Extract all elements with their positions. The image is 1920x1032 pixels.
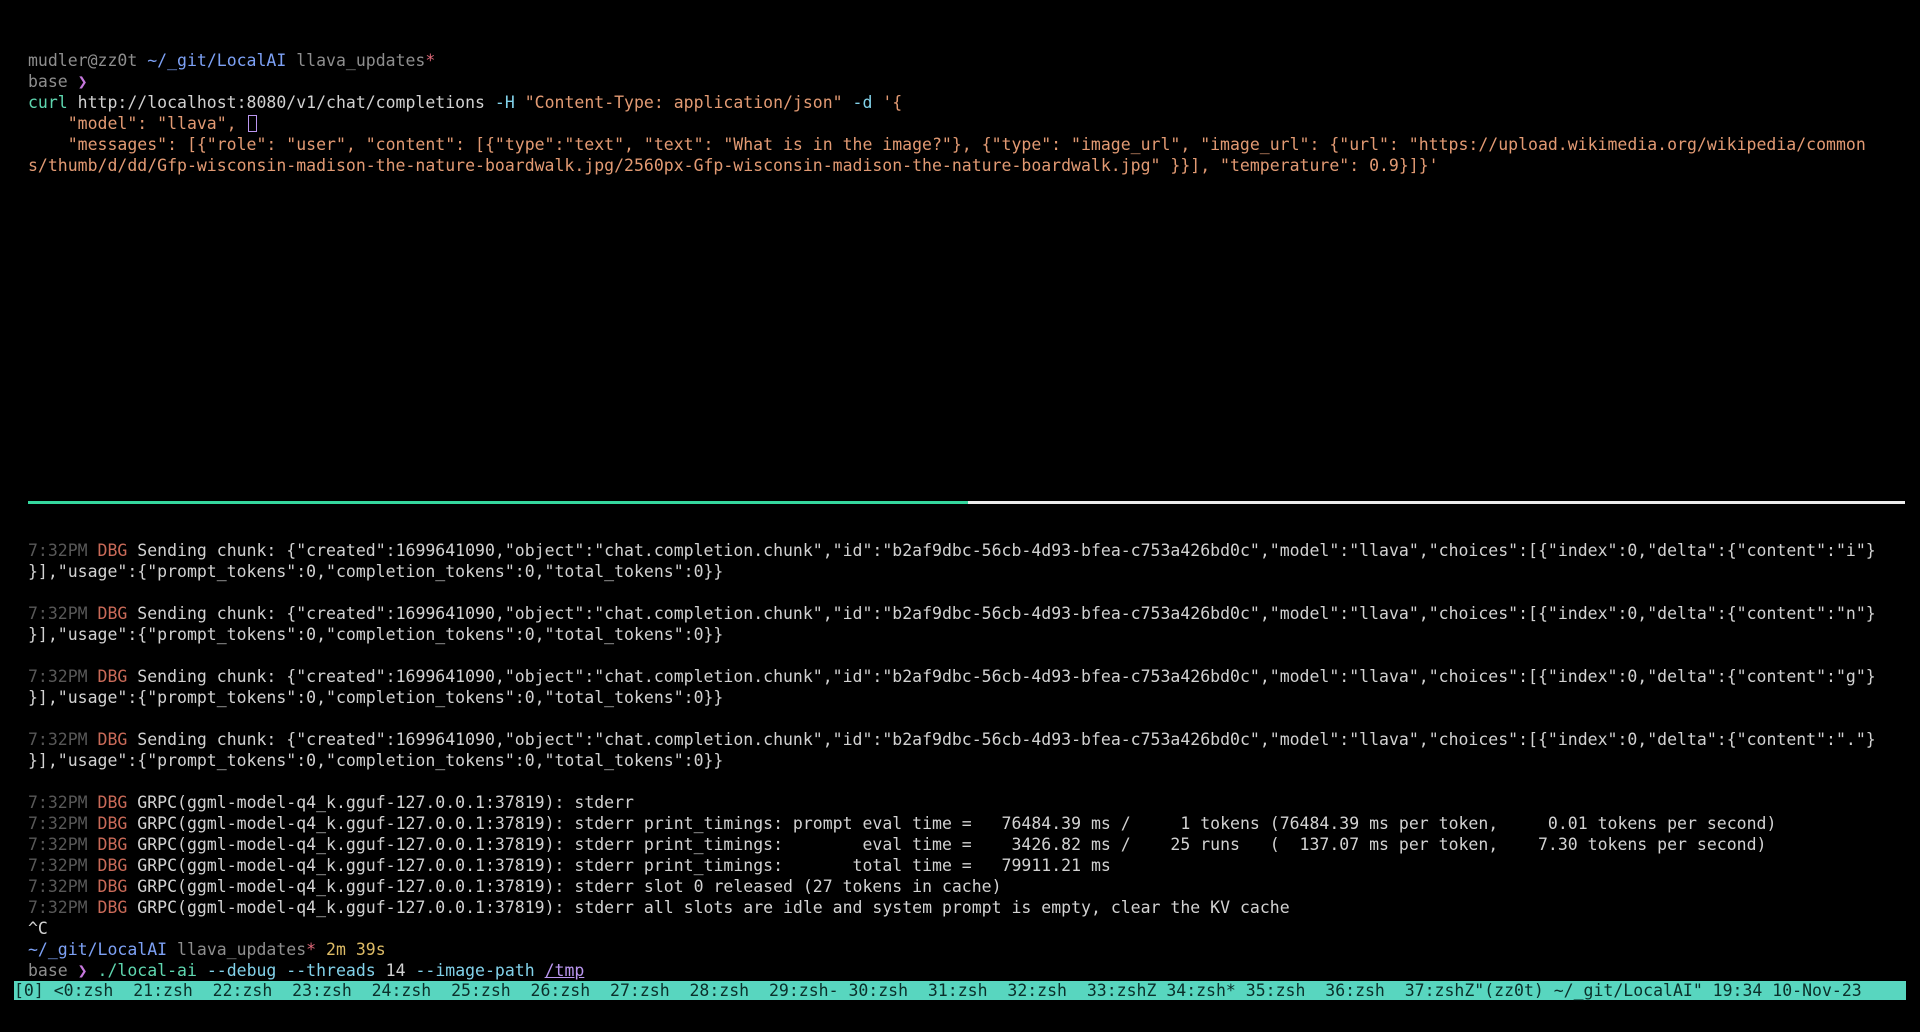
text-segment: Sending chunk: {"created":1699641090,"ob… (137, 730, 1875, 749)
text-segment: llava_updates (286, 51, 425, 70)
text-segment: base (28, 72, 78, 91)
text-segment: 7:32PM (28, 835, 98, 854)
text-segment: DBG (98, 835, 138, 854)
tmux-status-text: [0] <0:zsh 21:zsh 22:zsh 23:zsh 24:zsh 2… (14, 981, 1862, 1000)
terminal-line: mudler@zz0t ~/_git/LocalAI llava_updates… (28, 50, 1866, 71)
text-segment: base (28, 961, 78, 980)
text-segment: DBG (98, 667, 138, 686)
text-segment: GRPC(ggml-model-q4_k.gguf-127.0.0.1:3781… (137, 877, 1001, 896)
text-segment: GRPC(ggml-model-q4_k.gguf-127.0.0.1:3781… (137, 856, 1111, 875)
text-segment: 7:32PM (28, 814, 98, 833)
text-segment: DBG (98, 856, 138, 875)
terminal-line: 7:32PM DBG Sending chunk: {"created":169… (28, 666, 1876, 687)
text-segment: DBG (98, 730, 138, 749)
text-segment: DBG (98, 541, 138, 560)
text-segment: GRPC(ggml-model-q4_k.gguf-127.0.0.1:3781… (137, 835, 1766, 854)
terminal-line: 7:32PM DBG GRPC(ggml-model-q4_k.gguf-127… (28, 855, 1876, 876)
text-segment: ❯ (78, 72, 88, 91)
text-segment: ~/_git/LocalAI (147, 51, 286, 70)
terminal-pane-bottom[interactable]: 7:32PM DBG Sending chunk: {"created":169… (28, 540, 1876, 981)
text-segment: 2m 39s (316, 940, 386, 959)
text-segment: "model": "llava", (28, 114, 247, 133)
text-segment: '{ (882, 93, 902, 112)
text-segment: 14 (386, 961, 416, 980)
terminal-window: mudler@zz0t ~/_git/LocalAI llava_updates… (0, 0, 1920, 1032)
text-segment: DBG (98, 793, 138, 812)
text-segment: GRPC(ggml-model-q4_k.gguf-127.0.0.1:3781… (137, 793, 634, 812)
text-segment: ❯ (78, 961, 98, 980)
pane-separator-inactive-segment (968, 501, 1905, 504)
text-segment: Sending chunk: {"created":1699641090,"ob… (137, 667, 1875, 686)
text-segment: * (425, 51, 435, 70)
text-segment: --debug --threads (207, 961, 386, 980)
terminal-line: base ❯ (28, 71, 1866, 92)
text-segment: 7:32PM (28, 604, 98, 623)
text-segment: GRPC(ggml-model-q4_k.gguf-127.0.0.1:3781… (137, 814, 1776, 833)
text-segment: 7:32PM (28, 898, 98, 917)
text-segment: 7:32PM (28, 793, 98, 812)
text-segment: s/thumb/d/dd/Gfp-wisconsin-madison-the-n… (28, 156, 1439, 175)
text-segment: GRPC(ggml-model-q4_k.gguf-127.0.0.1:3781… (137, 898, 1289, 917)
terminal-line: 7:32PM DBG GRPC(ggml-model-q4_k.gguf-127… (28, 897, 1876, 918)
pane-separator-active-segment (28, 501, 968, 504)
text-segment: DBG (98, 604, 138, 623)
terminal-line (28, 708, 1876, 729)
terminal-line: 7:32PM DBG GRPC(ggml-model-q4_k.gguf-127… (28, 834, 1876, 855)
terminal-line: curl http://localhost:8080/v1/chat/compl… (28, 92, 1866, 113)
text-segment: Sending chunk: {"created":1699641090,"ob… (137, 541, 1875, 560)
text-segment: curl (28, 93, 78, 112)
text-segment: 7:32PM (28, 730, 98, 749)
text-segment: mudler@zz0t (28, 51, 147, 70)
text-segment: ^C (28, 919, 48, 938)
text-segment: DBG (98, 877, 138, 896)
text-segment: * (306, 940, 316, 959)
terminal-line (28, 582, 1876, 603)
terminal-line: "messages": [{"role": "user", "content":… (28, 134, 1866, 155)
text-segment: 7:32PM (28, 856, 98, 875)
terminal-line: }],"usage":{"prompt_tokens":0,"completio… (28, 687, 1876, 708)
text-segment: /tmp (545, 961, 585, 980)
terminal-line (28, 645, 1876, 666)
text-segment: llava_updates (167, 940, 306, 959)
text-segment: --image-path (415, 961, 544, 980)
terminal-line: "model": "llava", (28, 113, 1866, 134)
terminal-line: 7:32PM DBG Sending chunk: {"created":169… (28, 540, 1876, 561)
text-segment: }],"usage":{"prompt_tokens":0,"completio… (28, 625, 723, 644)
terminal-line: }],"usage":{"prompt_tokens":0,"completio… (28, 750, 1876, 771)
text-segment: "messages": [{"role": "user", "content":… (28, 135, 1866, 154)
text-segment: 7:32PM (28, 877, 98, 896)
text-segment: Sending chunk: {"created":1699641090,"ob… (137, 604, 1875, 623)
terminal-pane-top[interactable]: mudler@zz0t ~/_git/LocalAI llava_updates… (28, 50, 1866, 176)
text-segment: "Content-Type: application/json" (525, 93, 853, 112)
text-segment: -d (853, 93, 883, 112)
terminal-line: 7:32PM DBG Sending chunk: {"created":169… (28, 729, 1876, 750)
text-segment: http://localhost:8080/v1/chat/completion… (78, 93, 495, 112)
text-segment: ./local-ai (98, 961, 207, 980)
text-segment: DBG (98, 814, 138, 833)
tmux-status-bar[interactable]: [0] <0:zsh 21:zsh 22:zsh 23:zsh 24:zsh 2… (14, 981, 1906, 1000)
text-segment: }],"usage":{"prompt_tokens":0,"completio… (28, 562, 723, 581)
terminal-line: 7:32PM DBG GRPC(ggml-model-q4_k.gguf-127… (28, 876, 1876, 897)
terminal-line: ~/_git/LocalAI llava_updates* 2m 39s (28, 939, 1876, 960)
terminal-line: 7:32PM DBG GRPC(ggml-model-q4_k.gguf-127… (28, 813, 1876, 834)
tmux-pane-separator[interactable] (28, 501, 1905, 504)
terminal-line (28, 771, 1876, 792)
terminal-line: s/thumb/d/dd/Gfp-wisconsin-madison-the-n… (28, 155, 1866, 176)
text-segment: -H (495, 93, 525, 112)
text-segment: 7:32PM (28, 541, 98, 560)
terminal-line: base ❯ ./local-ai --debug --threads 14 -… (28, 960, 1876, 981)
text-segment: DBG (98, 898, 138, 917)
terminal-line: 7:32PM DBG GRPC(ggml-model-q4_k.gguf-127… (28, 792, 1876, 813)
text-segment: }],"usage":{"prompt_tokens":0,"completio… (28, 751, 723, 770)
text-segment: }],"usage":{"prompt_tokens":0,"completio… (28, 688, 723, 707)
terminal-line: }],"usage":{"prompt_tokens":0,"completio… (28, 624, 1876, 645)
terminal-cursor (248, 115, 257, 132)
text-segment: ~/_git/LocalAI (28, 940, 167, 959)
text-segment: 7:32PM (28, 667, 98, 686)
terminal-line: ^C (28, 918, 1876, 939)
terminal-line: 7:32PM DBG Sending chunk: {"created":169… (28, 603, 1876, 624)
terminal-line: }],"usage":{"prompt_tokens":0,"completio… (28, 561, 1876, 582)
